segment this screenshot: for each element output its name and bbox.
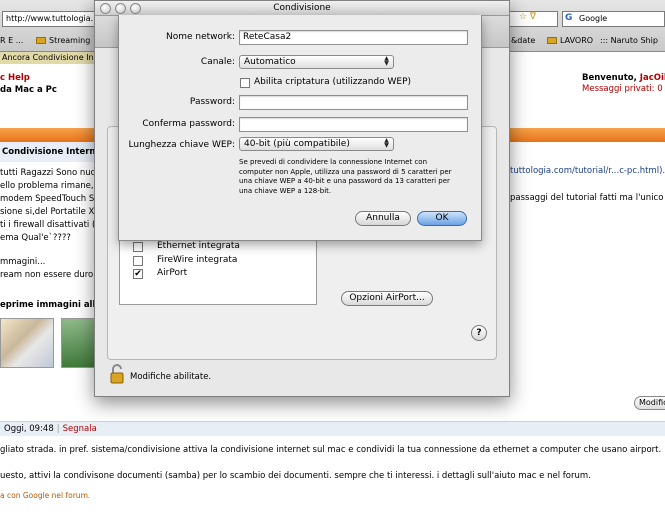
bookmark-lavoro[interactable]: LAVORO	[547, 36, 593, 45]
popup-arrows-icon: ▲ ▼	[384, 55, 389, 67]
window-title: Condivisione	[273, 3, 331, 13]
private-messages-link[interactable]: Messaggi privati: 0 nu	[582, 84, 665, 94]
post-line: ello problema rimane, ho	[0, 181, 107, 191]
confirm-password-label: Conferma password:	[142, 119, 235, 129]
post-line: modem SpeedTouch Sta	[0, 194, 103, 204]
folder-icon	[36, 37, 46, 44]
reply-timestamp: Oggi, 09:48	[4, 424, 54, 434]
bookmark-item[interactable]: R E ...	[0, 36, 23, 45]
username-link[interactable]: JacOilge	[640, 73, 665, 83]
channel-label: Canale:	[200, 57, 235, 67]
popup-arrows-icon: ▲ ▼	[384, 137, 389, 149]
reply-text: uesto, attivi la condivisone documenti (…	[0, 471, 591, 481]
url-input[interactable]: http://www.tuttologia.	[2, 11, 96, 27]
wep-key-length-label: Lunghezza chiave WEP:	[128, 140, 235, 150]
images-heading: eprime immagini alle	[0, 300, 102, 310]
reply-header: Oggi, 09:48 | Segnala	[0, 421, 665, 436]
google-search-note[interactable]: a con Google nel forum.	[0, 491, 90, 500]
network-name-field[interactable]: ReteCasa2	[239, 30, 468, 45]
tutorial-link[interactable]: tuttologia.com/tutorial/r...c-pc.html).	[510, 166, 665, 176]
help-link[interactable]: c Help	[0, 73, 30, 83]
lock-status-label: Modifiche abilitate.	[130, 372, 212, 382]
post-line: ream non essere duro c	[0, 270, 101, 280]
report-link[interactable]: Segnala	[63, 424, 97, 434]
bookmark-item[interactable]: &date	[511, 36, 535, 45]
post-text-right: passaggi del tutorial fatti ma l'unico r…	[510, 193, 665, 203]
channel-popup[interactable]: Automatico	[239, 55, 394, 69]
post-line: ti i firewall disattivati (c	[0, 220, 100, 230]
password-field[interactable]	[239, 95, 468, 110]
welcome-text: Benvenuto, JacOilge	[582, 73, 665, 83]
bookmark-label: LAVORO	[560, 36, 594, 45]
firewire-checkbox[interactable]	[133, 256, 143, 266]
confirm-password-field[interactable]	[239, 117, 468, 132]
modify-button[interactable]: Modific	[634, 396, 665, 410]
close-window-button[interactable]	[100, 3, 111, 14]
ok-button[interactable]: OK	[417, 211, 467, 226]
rss-icon[interactable]: ☆ ∇	[519, 12, 536, 22]
post-line: mmagini...	[0, 257, 46, 267]
post-line: ema Qual'e`????	[0, 233, 71, 243]
folder-icon	[547, 37, 557, 44]
tab-active[interactable]: Ancora Condivisione In	[0, 52, 96, 64]
channel-value: Automatico	[244, 57, 296, 67]
wep-help-text: Se prevedi di condividere la connessione…	[239, 158, 452, 195]
post-line: tutti Ragazzi Sono nuc	[0, 168, 96, 178]
ethernet-label: Ethernet integrata	[157, 241, 240, 251]
reply-text: gliato strada. in pref. sistema/condivis…	[0, 445, 662, 455]
topic-title: Condivisione Interne	[0, 142, 96, 162]
ethernet-checkbox[interactable]	[133, 242, 143, 252]
firewire-label: FireWire integrata	[157, 255, 238, 265]
lock-icon[interactable]	[109, 364, 125, 384]
screenshot-thumbnail[interactable]	[61, 318, 95, 368]
google-icon: G	[565, 13, 573, 23]
separator: |	[56, 424, 60, 434]
cancel-button[interactable]: Annulla	[355, 211, 411, 226]
help-button[interactable]: ?	[471, 325, 487, 341]
wep-key-length-value: 40-bit (più compatibile)	[244, 139, 350, 149]
search-input[interactable]: Google	[562, 11, 665, 27]
post-line: sione si,del Portatile Xp	[0, 207, 100, 217]
airport-options-sheet: Nome network: ReteCasa2 Canale: Automati…	[118, 15, 482, 241]
wep-key-length-popup[interactable]: 40-bit (più compatibile)	[239, 137, 394, 151]
airport-label: AirPort	[157, 268, 188, 278]
wep-encryption-label: Abilita criptatura (utilizzando WEP)	[254, 77, 412, 87]
minimize-window-button[interactable]	[115, 3, 126, 14]
airport-options-button[interactable]: Opzioni AirPort...	[341, 291, 433, 306]
screenshot-thumbnail[interactable]	[0, 318, 54, 368]
bookmark-naruto[interactable]: ::: Naruto Ship	[600, 36, 658, 45]
airport-checkbox[interactable]: ✔	[133, 269, 143, 279]
bookmark-label: Streaming	[49, 36, 91, 45]
network-name-label: Nome network:	[166, 32, 235, 42]
page-subtitle: da Mac a Pc	[0, 85, 57, 95]
welcome-prefix: Benvenuto,	[582, 73, 640, 83]
wep-encryption-checkbox[interactable]	[240, 78, 250, 88]
password-label: Password:	[189, 97, 235, 107]
zoom-window-button[interactable]	[130, 3, 141, 14]
bookmark-streaming[interactable]: Streaming	[36, 36, 90, 45]
